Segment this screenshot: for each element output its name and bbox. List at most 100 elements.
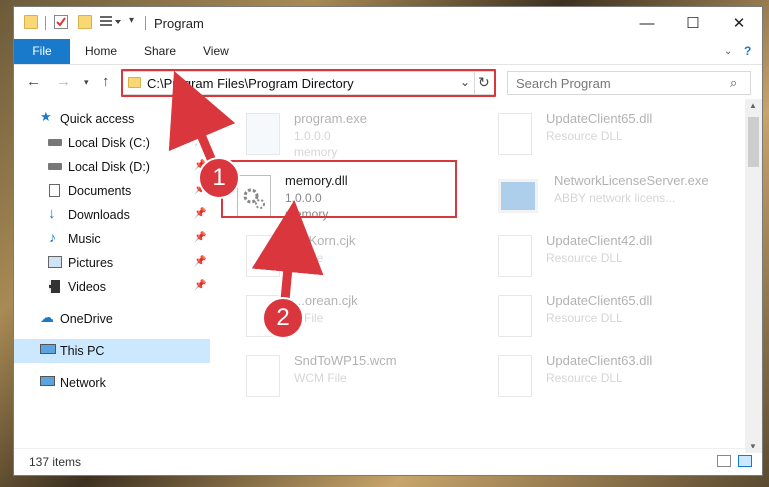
file-type: Resource DLL bbox=[546, 371, 623, 385]
chevron-down-icon[interactable]: ⌄ bbox=[724, 39, 732, 64]
sidebar-item-quick-access[interactable]: ★ Quick access bbox=[14, 107, 210, 131]
file-icon bbox=[246, 235, 280, 277]
file-item[interactable]: program.exe 1.0.0.0 memory bbox=[234, 107, 474, 163]
sidebar-item-label: Downloads bbox=[68, 208, 130, 222]
chevron-down-icon[interactable]: ▾ bbox=[129, 15, 143, 29]
drive-icon bbox=[48, 139, 62, 146]
tab-home[interactable]: Home bbox=[85, 39, 117, 64]
cloud-icon: ☁ bbox=[40, 309, 54, 325]
vertical-scrollbar[interactable]: ▲ ▼ bbox=[745, 99, 762, 453]
back-arrow-icon[interactable]: ← bbox=[26, 73, 41, 90]
file-list: program.exe 1.0.0.0 memory memory.dll 1.… bbox=[224, 99, 744, 453]
help-icon[interactable]: ? bbox=[744, 39, 751, 64]
tab-file[interactable]: File bbox=[14, 39, 70, 64]
dll-gear-icon bbox=[498, 295, 532, 337]
search-icon[interactable]: ⌕ bbox=[730, 75, 737, 91]
file-name: UpdateClient65.dll bbox=[546, 111, 653, 126]
details-view-icon[interactable] bbox=[717, 455, 731, 467]
new-folder-icon[interactable] bbox=[78, 15, 92, 29]
step-1-badge: 1 bbox=[198, 157, 240, 199]
tab-view[interactable]: View bbox=[203, 39, 229, 64]
computer-icon bbox=[40, 344, 56, 354]
sidebar-item-local-disk-d[interactable]: Local Disk (D:) 📌 bbox=[14, 155, 210, 179]
explorer-window: ▾ Program — ☐ ✕ File Home Share View ⌄ ?… bbox=[13, 6, 763, 476]
file-type: Resource DLL bbox=[546, 251, 623, 265]
file-item[interactable]: NetworkLicenseServer.exe ABBY network li… bbox=[486, 169, 726, 225]
file-type: Resource DLL bbox=[546, 129, 623, 143]
dll-gear-icon bbox=[498, 113, 532, 155]
file-name: UpdateClient63.dll bbox=[546, 353, 653, 368]
ribbon-tabs: File Home Share View ⌄ ? bbox=[14, 39, 762, 65]
sidebar-item-label: Quick access bbox=[60, 112, 135, 126]
scrollbar-thumb[interactable] bbox=[748, 117, 759, 167]
pin-icon[interactable]: 📌 bbox=[194, 280, 206, 291]
dll-gear-icon bbox=[498, 355, 532, 397]
file-item[interactable]: UpdateClient63.dll Resource DLL bbox=[486, 349, 726, 405]
window-title: Program bbox=[154, 16, 204, 31]
sidebar-item-label: Local Disk (C:) bbox=[68, 136, 150, 150]
file-item[interactable]: SndToWP15.wcm WCM File bbox=[234, 349, 474, 405]
dll-gear-icon bbox=[498, 235, 532, 277]
sidebar-item-this-pc[interactable]: This PC bbox=[14, 339, 210, 363]
file-highlight-box bbox=[221, 160, 457, 218]
customize-toolbar-icon[interactable] bbox=[100, 15, 121, 29]
forward-arrow-icon[interactable]: → bbox=[56, 73, 71, 90]
recent-locations-icon[interactable]: ▾ bbox=[84, 77, 89, 88]
drive-icon bbox=[48, 163, 62, 170]
tab-share[interactable]: Share bbox=[144, 39, 176, 64]
pin-icon[interactable]: 📌 bbox=[194, 232, 206, 243]
large-icons-view-icon[interactable] bbox=[738, 455, 752, 467]
file-type: ...File bbox=[294, 251, 324, 265]
close-button[interactable]: ✕ bbox=[716, 7, 762, 39]
minimize-button[interactable]: — bbox=[624, 7, 670, 39]
pin-icon[interactable]: 📌 bbox=[194, 256, 206, 267]
sidebar-item-videos[interactable]: Videos 📌 bbox=[14, 275, 210, 299]
up-arrow-icon[interactable]: ↑ bbox=[102, 73, 110, 90]
sidebar-item-onedrive[interactable]: ☁ OneDrive bbox=[14, 307, 210, 331]
file-version: 1.0.0.0 bbox=[294, 129, 331, 143]
file-item[interactable]: UpdateClient65.dll Resource DLL bbox=[486, 107, 726, 163]
file-name: NetworkLicenseServer.exe bbox=[554, 173, 709, 188]
divider bbox=[45, 16, 46, 30]
pin-icon[interactable]: 📌 bbox=[194, 208, 206, 219]
scroll-up-icon[interactable]: ▲ bbox=[749, 101, 757, 110]
folder-icon bbox=[24, 15, 38, 29]
sidebar-item-label: Videos bbox=[68, 280, 106, 294]
pin-icon[interactable]: 📌 bbox=[194, 136, 206, 147]
sidebar-item-label: Music bbox=[68, 232, 101, 246]
file-name: ...tKorn.cjk bbox=[294, 233, 356, 248]
search-input[interactable]: Search Program ⌕ bbox=[507, 71, 751, 95]
status-bar: 137 items bbox=[14, 448, 762, 475]
file-item[interactable]: UpdateClient65.dll Resource DLL bbox=[486, 289, 726, 345]
sidebar-item-downloads[interactable]: ↓ Downloads 📌 bbox=[14, 203, 210, 227]
address-highlight-box bbox=[121, 69, 496, 97]
file-description: ABBY network licens... bbox=[554, 191, 676, 205]
network-icon bbox=[40, 376, 55, 386]
navigation-pane: ★ Quick access Local Disk (C:) 📌 Local D… bbox=[14, 99, 210, 453]
sidebar-item-documents[interactable]: Documents 📌 bbox=[14, 179, 210, 203]
sidebar-item-label: Network bbox=[60, 376, 106, 390]
search-placeholder: Search Program bbox=[516, 76, 611, 91]
maximize-button[interactable]: ☐ bbox=[670, 7, 716, 39]
star-icon: ★ bbox=[40, 109, 52, 124]
sidebar-item-pictures[interactable]: Pictures 📌 bbox=[14, 251, 210, 275]
sidebar-item-network[interactable]: Network bbox=[14, 371, 210, 395]
application-icon bbox=[498, 179, 538, 213]
file-description: memory bbox=[294, 145, 338, 159]
file-icon bbox=[246, 355, 280, 397]
step-2-badge: 2 bbox=[262, 297, 304, 339]
file-name: UpdateClient65.dll bbox=[546, 293, 653, 308]
divider bbox=[145, 16, 146, 30]
executable-icon bbox=[246, 113, 280, 155]
music-icon: ♪ bbox=[49, 229, 56, 245]
sidebar-item-music[interactable]: ♪ Music 📌 bbox=[14, 227, 210, 251]
properties-icon[interactable] bbox=[54, 15, 68, 29]
sidebar-item-label: This PC bbox=[60, 344, 105, 358]
title-bar: ▾ Program — ☐ ✕ bbox=[14, 7, 762, 39]
documents-icon bbox=[49, 184, 60, 197]
file-name: SndToWP15.wcm bbox=[294, 353, 397, 368]
file-item[interactable]: UpdateClient42.dll Resource DLL bbox=[486, 229, 726, 285]
file-type: Resource DLL bbox=[546, 311, 623, 325]
sidebar-item-local-disk-c[interactable]: Local Disk (C:) 📌 bbox=[14, 131, 210, 155]
file-item[interactable]: ...tKorn.cjk ...File bbox=[234, 229, 474, 285]
